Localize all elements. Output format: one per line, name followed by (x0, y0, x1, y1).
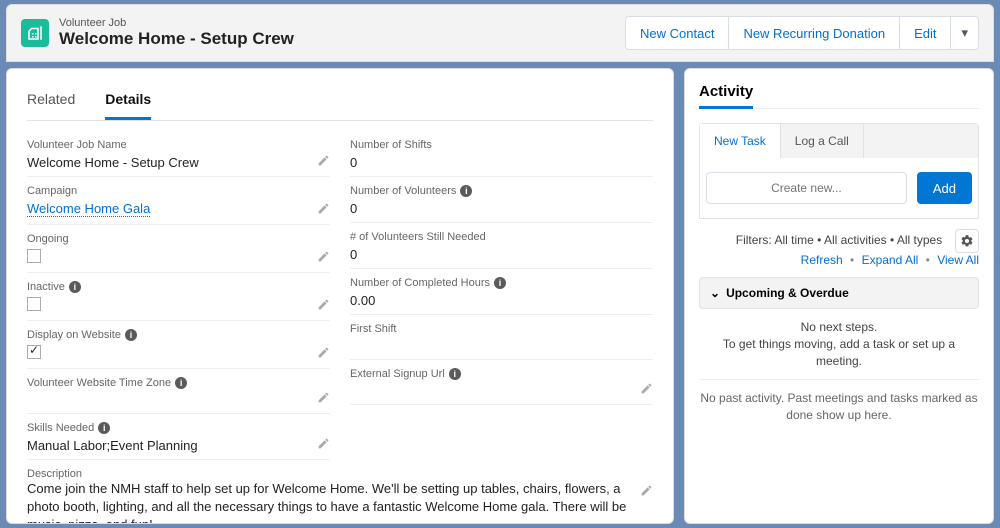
tab-log-call[interactable]: Log a Call (781, 124, 864, 158)
more-actions-dropdown[interactable]: ▾ (950, 16, 979, 50)
activity-links: Refresh • Expand All • View All (699, 253, 979, 267)
activity-subtabs: New Task Log a Call (700, 124, 978, 158)
no-next-title: No next steps. (699, 319, 979, 336)
volunteer-job-icon (21, 19, 49, 47)
field-row: # of Volunteers Still Needed0 (350, 227, 653, 269)
record-type-label: Volunteer Job (59, 17, 625, 29)
info-icon[interactable]: i (98, 422, 110, 434)
field-row: External Signup Urli (350, 364, 653, 405)
pencil-icon[interactable] (317, 154, 330, 170)
tab-details[interactable]: Details (105, 83, 151, 120)
refresh-link[interactable]: Refresh (801, 253, 843, 267)
add-button[interactable]: Add (917, 172, 972, 204)
field-value: 0 (350, 243, 653, 262)
edit-button[interactable]: Edit (899, 16, 951, 50)
field-label: Number of Completed Hoursi (350, 277, 653, 289)
filters-gear-icon[interactable] (955, 229, 979, 253)
field-value[interactable]: Welcome Home Gala (27, 197, 150, 217)
field-row: Volunteer Job NameWelcome Home - Setup C… (27, 135, 330, 177)
info-icon[interactable]: i (175, 377, 187, 389)
info-icon[interactable]: i (494, 277, 506, 289)
field-label: Display on Websitei (27, 329, 330, 341)
info-icon[interactable]: i (69, 281, 81, 293)
field-label: Inactivei (27, 281, 330, 293)
pencil-icon[interactable] (317, 250, 330, 266)
field-value: Manual Labor;Event Planning (27, 434, 330, 453)
field-row: Skills NeedediManual Labor;Event Plannin… (27, 418, 330, 460)
field-value: 0 (350, 197, 653, 216)
field-label: Description (27, 468, 653, 480)
field-label: Volunteer Job Name (27, 139, 330, 151)
expand-all-link[interactable]: Expand All (862, 253, 919, 267)
no-past-activity: No past activity. Past meetings and task… (699, 390, 979, 424)
field-label: Number of Volunteersi (350, 185, 653, 197)
record-name: Welcome Home - Setup Crew (59, 29, 625, 49)
field-label: Skills Neededi (27, 422, 330, 434)
activity-filters: Filters: All time • All activities • All… (699, 233, 979, 247)
field-value: Come join the NMH staff to help set up f… (27, 480, 653, 524)
field-row: CampaignWelcome Home Gala (27, 181, 330, 225)
view-all-link[interactable]: View All (937, 253, 979, 267)
checkbox[interactable] (27, 345, 41, 359)
field-row: Volunteer Website Time Zonei (27, 373, 330, 414)
field-value (350, 380, 653, 398)
field-label: # of Volunteers Still Needed (350, 231, 653, 243)
new-recurring-donation-button[interactable]: New Recurring Donation (728, 16, 900, 50)
field-row: Display on Websitei (27, 325, 330, 369)
pencil-icon[interactable] (317, 298, 330, 314)
field-row: First Shift (350, 319, 653, 360)
field-row: Number of Volunteersi0 (350, 181, 653, 223)
record-header: Volunteer Job Welcome Home - Setup Crew … (6, 4, 994, 62)
pencil-icon[interactable] (317, 437, 330, 453)
new-contact-button[interactable]: New Contact (625, 16, 729, 50)
field-value (27, 245, 330, 266)
field-value: 0 (350, 151, 653, 170)
details-panel: Related Details Volunteer Job NameWelcom… (6, 68, 674, 524)
checkbox[interactable] (27, 249, 41, 263)
field-row: Ongoing (27, 229, 330, 273)
header-action-bar: New Contact New Recurring Donation Edit … (625, 16, 979, 50)
field-label: First Shift (350, 323, 653, 335)
chevron-down-icon: ⌄ (710, 286, 720, 300)
tab-new-task[interactable]: New Task (700, 124, 781, 158)
description-field: Description Come join the NMH staff to h… (27, 468, 653, 524)
no-next-steps: No next steps. To get things moving, add… (699, 319, 979, 369)
main-tabs: Related Details (27, 83, 653, 121)
pencil-icon[interactable] (317, 391, 330, 407)
field-row: Number of Completed Hoursi0.00 (350, 273, 653, 315)
info-icon[interactable]: i (125, 329, 137, 341)
field-value (27, 389, 330, 407)
field-value: Welcome Home - Setup Crew (27, 151, 330, 170)
info-icon[interactable]: i (449, 368, 461, 380)
tab-related[interactable]: Related (27, 83, 75, 120)
pencil-icon[interactable] (640, 382, 653, 398)
upcoming-label: Upcoming & Overdue (726, 286, 849, 300)
field-label: Volunteer Website Time Zonei (27, 377, 330, 389)
field-value (27, 293, 330, 314)
pencil-icon[interactable] (317, 346, 330, 362)
field-value (27, 341, 330, 362)
checkbox[interactable] (27, 297, 41, 311)
field-label: Number of Shifts (350, 139, 653, 151)
field-row: Number of Shifts0 (350, 135, 653, 177)
pencil-icon[interactable] (317, 202, 330, 218)
field-label: External Signup Urli (350, 368, 653, 380)
activity-panel: Activity New Task Log a Call Add Filters… (684, 68, 994, 524)
no-next-sub: To get things moving, add a task or set … (699, 336, 979, 370)
info-icon[interactable]: i (460, 185, 472, 197)
filters-text: Filters: All time • All activities • All… (736, 233, 942, 247)
field-label: Ongoing (27, 233, 330, 245)
field-label: Campaign (27, 185, 330, 197)
field-value (350, 335, 653, 353)
pencil-icon[interactable] (640, 484, 653, 502)
create-new-input[interactable] (706, 172, 907, 204)
field-value: 0.00 (350, 289, 653, 308)
activity-title: Activity (699, 83, 753, 109)
field-row: Inactivei (27, 277, 330, 321)
upcoming-overdue-section[interactable]: ⌄ Upcoming & Overdue (699, 277, 979, 309)
